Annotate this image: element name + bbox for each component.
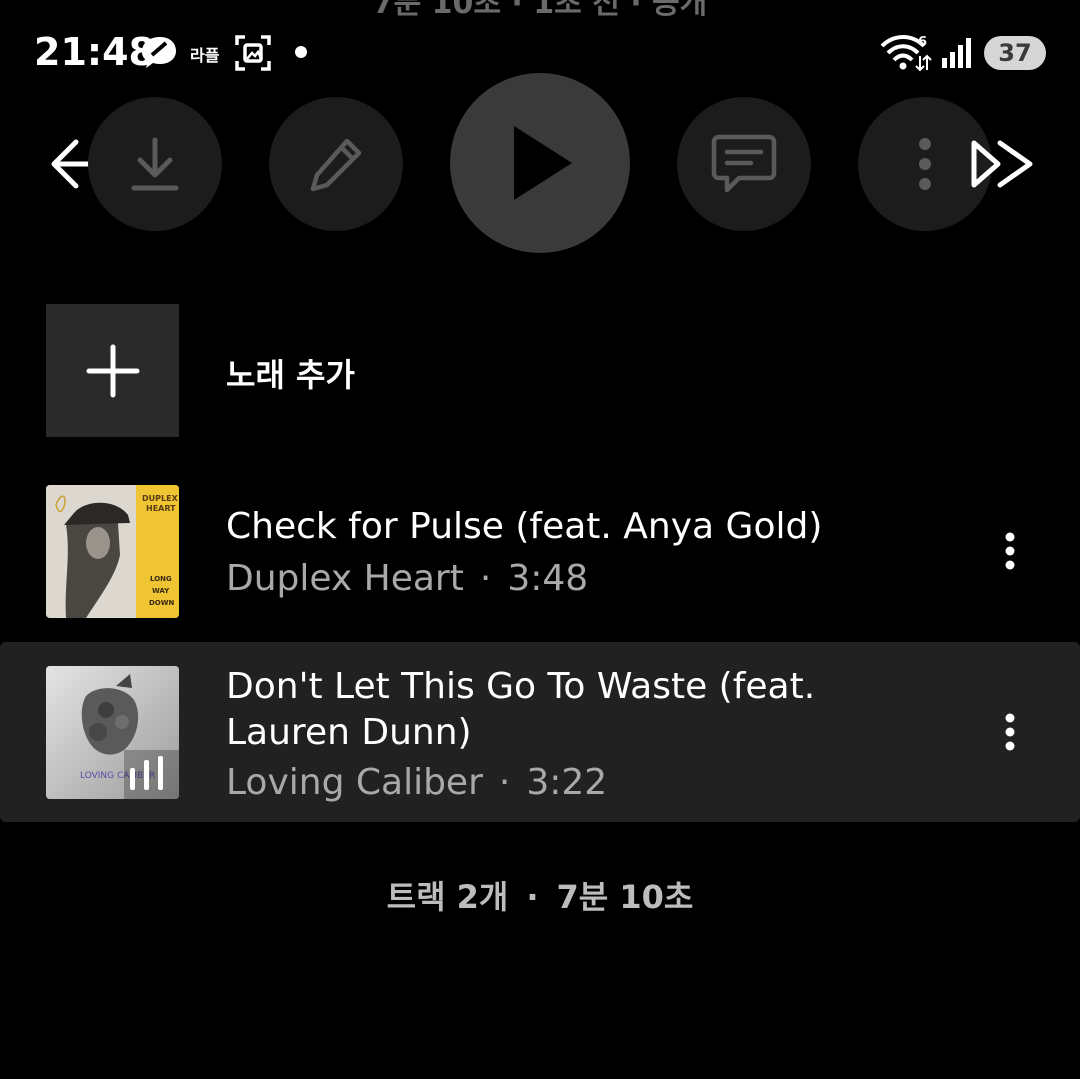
comment-icon bbox=[711, 134, 777, 193]
plus-icon bbox=[86, 344, 139, 397]
album-art-loving-caliber: LOVING CALIBER bbox=[46, 666, 179, 799]
wifi-icon: 6 bbox=[880, 34, 932, 76]
svg-text:DUPLEX: DUPLEX bbox=[142, 494, 179, 503]
edit-button[interactable] bbox=[269, 97, 403, 231]
more-vertical-icon bbox=[1005, 713, 1015, 751]
track-meta: Duplex Heart · 3:48 bbox=[226, 556, 588, 602]
album-art-duplex-heart: DUPLEX HEART LONG WAY DOWN bbox=[46, 485, 179, 618]
more-vertical-icon bbox=[919, 138, 931, 190]
meta-separator: · bbox=[479, 558, 492, 599]
add-song-label: 노래 추가 bbox=[226, 356, 355, 394]
track-title: Don't Let This Go To Waste (feat. Lauren… bbox=[226, 666, 816, 753]
pencil-icon bbox=[310, 138, 362, 192]
svg-text:LONG: LONG bbox=[150, 575, 172, 583]
play-icon bbox=[514, 126, 572, 200]
double-chevron-right-icon bbox=[971, 140, 1033, 188]
svg-text:HEART: HEART bbox=[146, 504, 176, 513]
more-vertical-icon bbox=[1005, 532, 1015, 570]
total-duration: 7분 10초 bbox=[556, 878, 694, 916]
meta-separator: · bbox=[498, 762, 511, 803]
svg-text:DOWN: DOWN bbox=[149, 599, 174, 607]
add-song-row[interactable]: 노래 추가 bbox=[0, 300, 1080, 440]
battery-indicator: 37 bbox=[984, 36, 1046, 70]
status-time: 21:48 bbox=[34, 30, 155, 74]
carrier-label: 라플 bbox=[190, 46, 220, 65]
screenshot-icon bbox=[234, 34, 272, 76]
shuffle-play-button[interactable] bbox=[968, 138, 1036, 194]
comment-button[interactable] bbox=[677, 97, 811, 231]
track-more-button[interactable] bbox=[990, 702, 1030, 762]
signal-icon bbox=[940, 36, 974, 74]
play-button[interactable] bbox=[450, 73, 630, 253]
track-meta: Loving Caliber · 3:22 bbox=[226, 760, 607, 806]
summary-separator: · bbox=[526, 878, 539, 916]
track-title: Check for Pulse (feat. Anya Gold) bbox=[226, 506, 823, 547]
track-more-button[interactable] bbox=[990, 521, 1030, 581]
playlist-summary: 트랙 2개 · 7분 10초 bbox=[0, 872, 1080, 918]
track-artist: Duplex Heart bbox=[226, 558, 464, 599]
chat-bubble-icon bbox=[138, 34, 180, 76]
track-artist: Loving Caliber bbox=[226, 762, 483, 803]
track-row-playing[interactable]: LOVING CALIBER Don't Let This Go To Wast… bbox=[0, 642, 1080, 822]
svg-text:WAY: WAY bbox=[152, 587, 170, 595]
track-duration: 3:48 bbox=[507, 558, 589, 599]
track-count: 트랙 2개 bbox=[386, 878, 509, 916]
add-song-thumbnail bbox=[46, 304, 179, 437]
download-icon bbox=[131, 137, 179, 191]
svg-text:6: 6 bbox=[918, 35, 927, 50]
track-duration: 3:22 bbox=[526, 762, 608, 803]
playlist-screen: 7분 10초 · 1초 전 · 공개 21:48 라플 6 37 노래 추가 D… bbox=[0, 0, 1080, 1079]
now-playing-equalizer-icon bbox=[128, 756, 168, 794]
download-button[interactable] bbox=[88, 97, 222, 231]
notification-dot bbox=[295, 46, 307, 58]
track-row[interactable]: DUPLEX HEART LONG WAY DOWN Check for Pul… bbox=[0, 470, 1080, 632]
